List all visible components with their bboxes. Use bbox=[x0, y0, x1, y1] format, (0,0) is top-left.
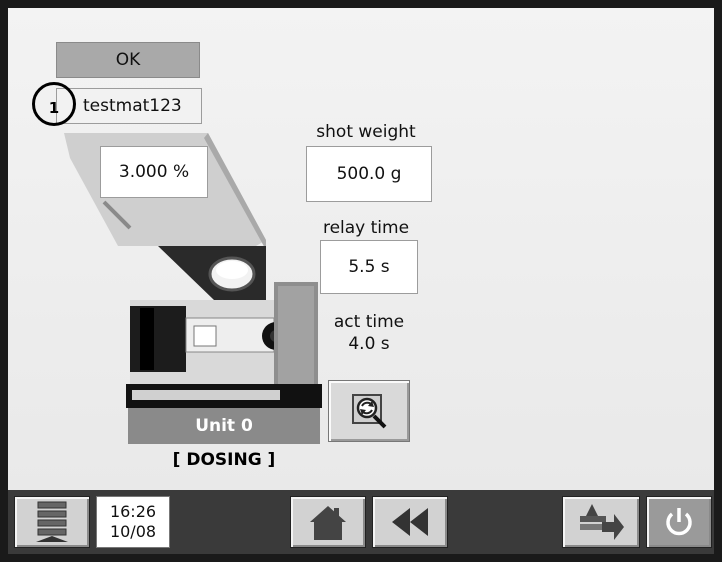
clock-date: 10/08 bbox=[109, 522, 157, 541]
home-icon bbox=[310, 506, 346, 540]
unit-name: Unit 0 bbox=[128, 408, 320, 444]
bottom-toolbar: 16:26 10/08 bbox=[8, 490, 714, 554]
refresh-button[interactable] bbox=[328, 380, 410, 442]
dosing-view: OK testmat123 1 3.000 % shot weight 500.… bbox=[8, 8, 714, 490]
transfer-icon bbox=[580, 504, 624, 540]
menu-button[interactable] bbox=[14, 496, 90, 548]
dosing-percent-field[interactable]: 3.000 % bbox=[100, 146, 208, 198]
rewind-icon bbox=[392, 508, 428, 536]
act-time-value: 4.0 s bbox=[348, 334, 390, 354]
refresh-magnifier-icon bbox=[352, 394, 387, 429]
relay-time-field[interactable]: 5.5 s bbox=[320, 240, 418, 294]
act-time-label: act time bbox=[333, 312, 405, 332]
relay-time-label: relay time bbox=[322, 218, 410, 238]
unit-status: [ DOSING ] bbox=[172, 450, 276, 470]
home-button[interactable] bbox=[290, 496, 366, 548]
back-button[interactable] bbox=[372, 496, 448, 548]
clock-display: 16:26 10/08 bbox=[96, 496, 170, 548]
power-button[interactable] bbox=[646, 496, 712, 548]
annotation-badge: 1 bbox=[32, 82, 76, 126]
transfer-button[interactable] bbox=[562, 496, 640, 548]
touch-screen: OK testmat123 1 3.000 % shot weight 500.… bbox=[8, 8, 714, 554]
material-name-field[interactable]: testmat123 bbox=[56, 88, 202, 124]
power-icon bbox=[666, 508, 692, 536]
shot-weight-field[interactable]: 500.0 g bbox=[306, 146, 432, 202]
ok-button[interactable]: OK bbox=[56, 42, 200, 78]
shot-weight-label: shot weight bbox=[316, 122, 416, 142]
motor bbox=[130, 306, 186, 372]
menu-icon bbox=[36, 501, 68, 542]
clock-time: 16:26 bbox=[109, 502, 157, 521]
